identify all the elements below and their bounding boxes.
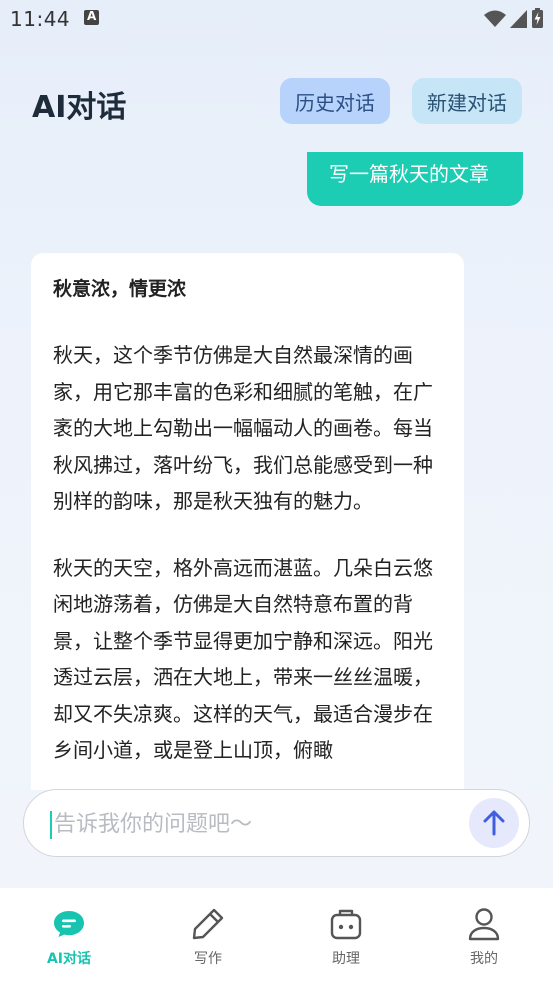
ai-response-paragraph: 秋天，这个季节仿佛是大自然最深情的画家，用它那丰富的色彩和细腻的笔触，在广袤的大…: [53, 343, 433, 513]
status-icons: [484, 8, 543, 28]
notification-a-icon: [84, 9, 99, 25]
signal-icon: [510, 10, 527, 28]
send-button[interactable]: [469, 798, 519, 848]
user-message-bubble: 写一篇秋天的文章: [307, 152, 523, 206]
pen-icon: [192, 908, 224, 940]
message-input-bar: [23, 789, 530, 857]
chat-bubble-icon: [54, 911, 84, 937]
nav-label-ai-chat: AI对话: [46, 951, 92, 967]
nav-label-mine: 我的: [470, 951, 498, 967]
chat-area[interactable]: 写一篇秋天的文章 秋意浓，情更浓 秋天，这个季节仿佛是大自然最深情的画家，用它那…: [0, 150, 553, 790]
wifi-icon: [484, 10, 506, 27]
nav-item-assistant[interactable]: 助理: [301, 904, 391, 970]
ai-response-card: 秋意浓，情更浓 秋天，这个季节仿佛是大自然最深情的画家，用它那丰富的色彩和细腻的…: [31, 253, 464, 790]
robot-icon: [330, 909, 362, 940]
new-chat-button[interactable]: 新建对话: [412, 78, 522, 124]
history-chat-button[interactable]: 历史对话: [280, 78, 390, 124]
status-bar: 11:44: [0, 0, 553, 38]
page-title: AI对话: [32, 90, 127, 125]
nav-label-assistant: 助理: [332, 951, 360, 967]
arrow-up-icon: [483, 810, 505, 836]
nav-item-mine[interactable]: 我的: [439, 904, 529, 970]
ai-response-paragraph: 秋天的天空，格外高远而湛蓝。几朵白云悠闲地游荡着，仿佛是大自然特意布置的背景，让…: [53, 555, 433, 763]
bottom-nav: AI对话 写作 助理 我的: [0, 888, 553, 984]
message-input[interactable]: [54, 804, 454, 844]
battery-charging-icon: [532, 8, 543, 28]
person-icon: [468, 908, 500, 941]
text-cursor: [50, 811, 52, 839]
ai-response-title: 秋意浓，情更浓: [53, 278, 187, 300]
nav-item-write[interactable]: 写作: [163, 904, 253, 970]
nav-item-ai-chat[interactable]: AI对话: [24, 904, 114, 970]
nav-label-write: 写作: [194, 951, 222, 967]
status-time: 11:44: [10, 7, 71, 31]
